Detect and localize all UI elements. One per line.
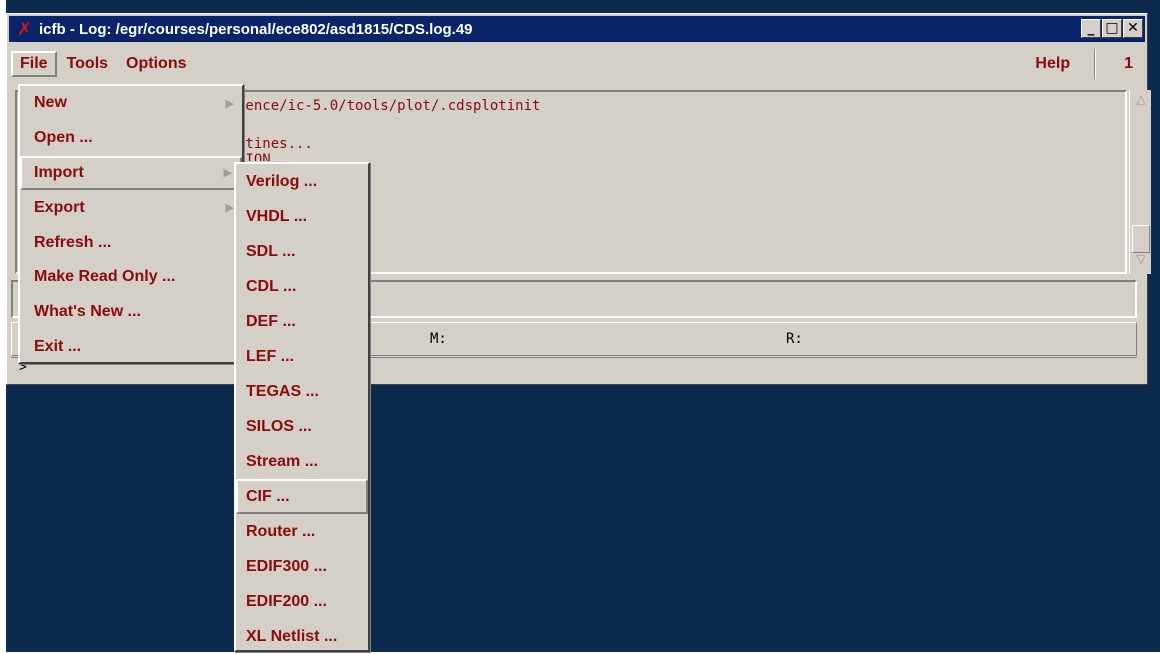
- menu-options[interactable]: Options: [118, 51, 194, 77]
- window-number: 1: [1124, 55, 1133, 72]
- log-line: utines...: [237, 136, 313, 152]
- menu-tools[interactable]: Tools: [59, 51, 116, 77]
- submenu-arrow-icon: ▶: [225, 97, 234, 110]
- import-stream[interactable]: Stream ...: [236, 444, 368, 479]
- import-vhdl[interactable]: VHDL ...: [236, 199, 368, 234]
- x-logo-icon: ✗: [17, 19, 33, 39]
- maximize-button[interactable]: □: [1102, 19, 1122, 38]
- title-bar[interactable]: ✗ icfb - Log: /egr/courses/personal/ece8…: [9, 16, 1145, 42]
- import-cdl[interactable]: CDL ...: [236, 269, 368, 304]
- menu-item-label: Export: [34, 198, 85, 216]
- menu-item-whats-new[interactable]: What's New ...: [20, 295, 242, 330]
- mouse-right-label: R:: [786, 331, 803, 347]
- import-verilog[interactable]: Verilog ...: [236, 164, 368, 199]
- import-tegas[interactable]: TEGAS ...: [236, 374, 368, 409]
- menu-item-exit[interactable]: Exit ...: [20, 330, 242, 365]
- menu-item-import[interactable]: Import ▶: [20, 155, 242, 191]
- scroll-up-arrow-icon[interactable]: △: [1132, 92, 1150, 114]
- window-title: icfb - Log: /egr/courses/personal/ece802…: [39, 20, 473, 38]
- menu-item-refresh[interactable]: Refresh ...: [20, 225, 242, 260]
- menu-help[interactable]: Help: [1027, 51, 1078, 77]
- import-router[interactable]: Router ...: [236, 514, 368, 549]
- file-menu: New ▶ Open ... Import ▶ Export ▶ Refresh…: [18, 84, 244, 364]
- import-def[interactable]: DEF ...: [236, 304, 368, 339]
- log-line: lence/ic-5.0/tools/plot/.cdsplotinit: [237, 98, 541, 114]
- menu-item-label: Refresh ...: [34, 233, 112, 251]
- import-sdl[interactable]: SDL ...: [236, 234, 368, 269]
- minimize-button[interactable]: _: [1081, 19, 1101, 38]
- submenu-arrow-icon: ▶: [223, 167, 232, 180]
- menu-item-make-read-only[interactable]: Make Read Only ...: [20, 260, 242, 295]
- import-xl-netlist[interactable]: XL Netlist ...: [236, 619, 368, 654]
- window-controls: _ □ ✕: [1081, 19, 1143, 38]
- import-edif200[interactable]: EDIF200 ...: [236, 584, 368, 619]
- import-lef[interactable]: LEF ...: [236, 339, 368, 374]
- import-silos[interactable]: SILOS ...: [236, 409, 368, 444]
- menu-item-label: Open ...: [34, 129, 93, 147]
- menu-item-open[interactable]: Open ...: [20, 121, 242, 156]
- menu-separator: [1094, 49, 1097, 79]
- import-edif300[interactable]: EDIF300 ...: [236, 549, 368, 584]
- menu-item-label: Import: [34, 163, 84, 181]
- menu-item-label: New: [34, 94, 67, 112]
- import-submenu: Verilog ... VHDL ... SDL ... CDL ... DEF…: [234, 162, 370, 652]
- menu-bar: File Tools Options Help 1: [11, 48, 1143, 80]
- menu-item-label: What's New ...: [34, 303, 141, 321]
- menu-item-export[interactable]: Export ▶: [20, 190, 242, 225]
- menu-item-new[interactable]: New ▶: [20, 86, 242, 121]
- menu-file[interactable]: File: [11, 51, 57, 77]
- submenu-arrow-icon: ▶: [225, 202, 234, 215]
- close-button[interactable]: ✕: [1123, 19, 1143, 38]
- import-cif[interactable]: CIF ...: [236, 479, 368, 514]
- menu-item-label: Make Read Only ...: [34, 268, 176, 286]
- scroll-down-arrow-icon[interactable]: ▽: [1132, 252, 1150, 274]
- mouse-middle-label: M:: [430, 331, 447, 347]
- menu-item-label: Exit ...: [34, 337, 82, 355]
- menu-right-group: Help 1: [1019, 49, 1143, 79]
- scroll-thumb[interactable]: [1132, 225, 1150, 253]
- log-scrollbar[interactable]: △ ▽: [1129, 90, 1151, 274]
